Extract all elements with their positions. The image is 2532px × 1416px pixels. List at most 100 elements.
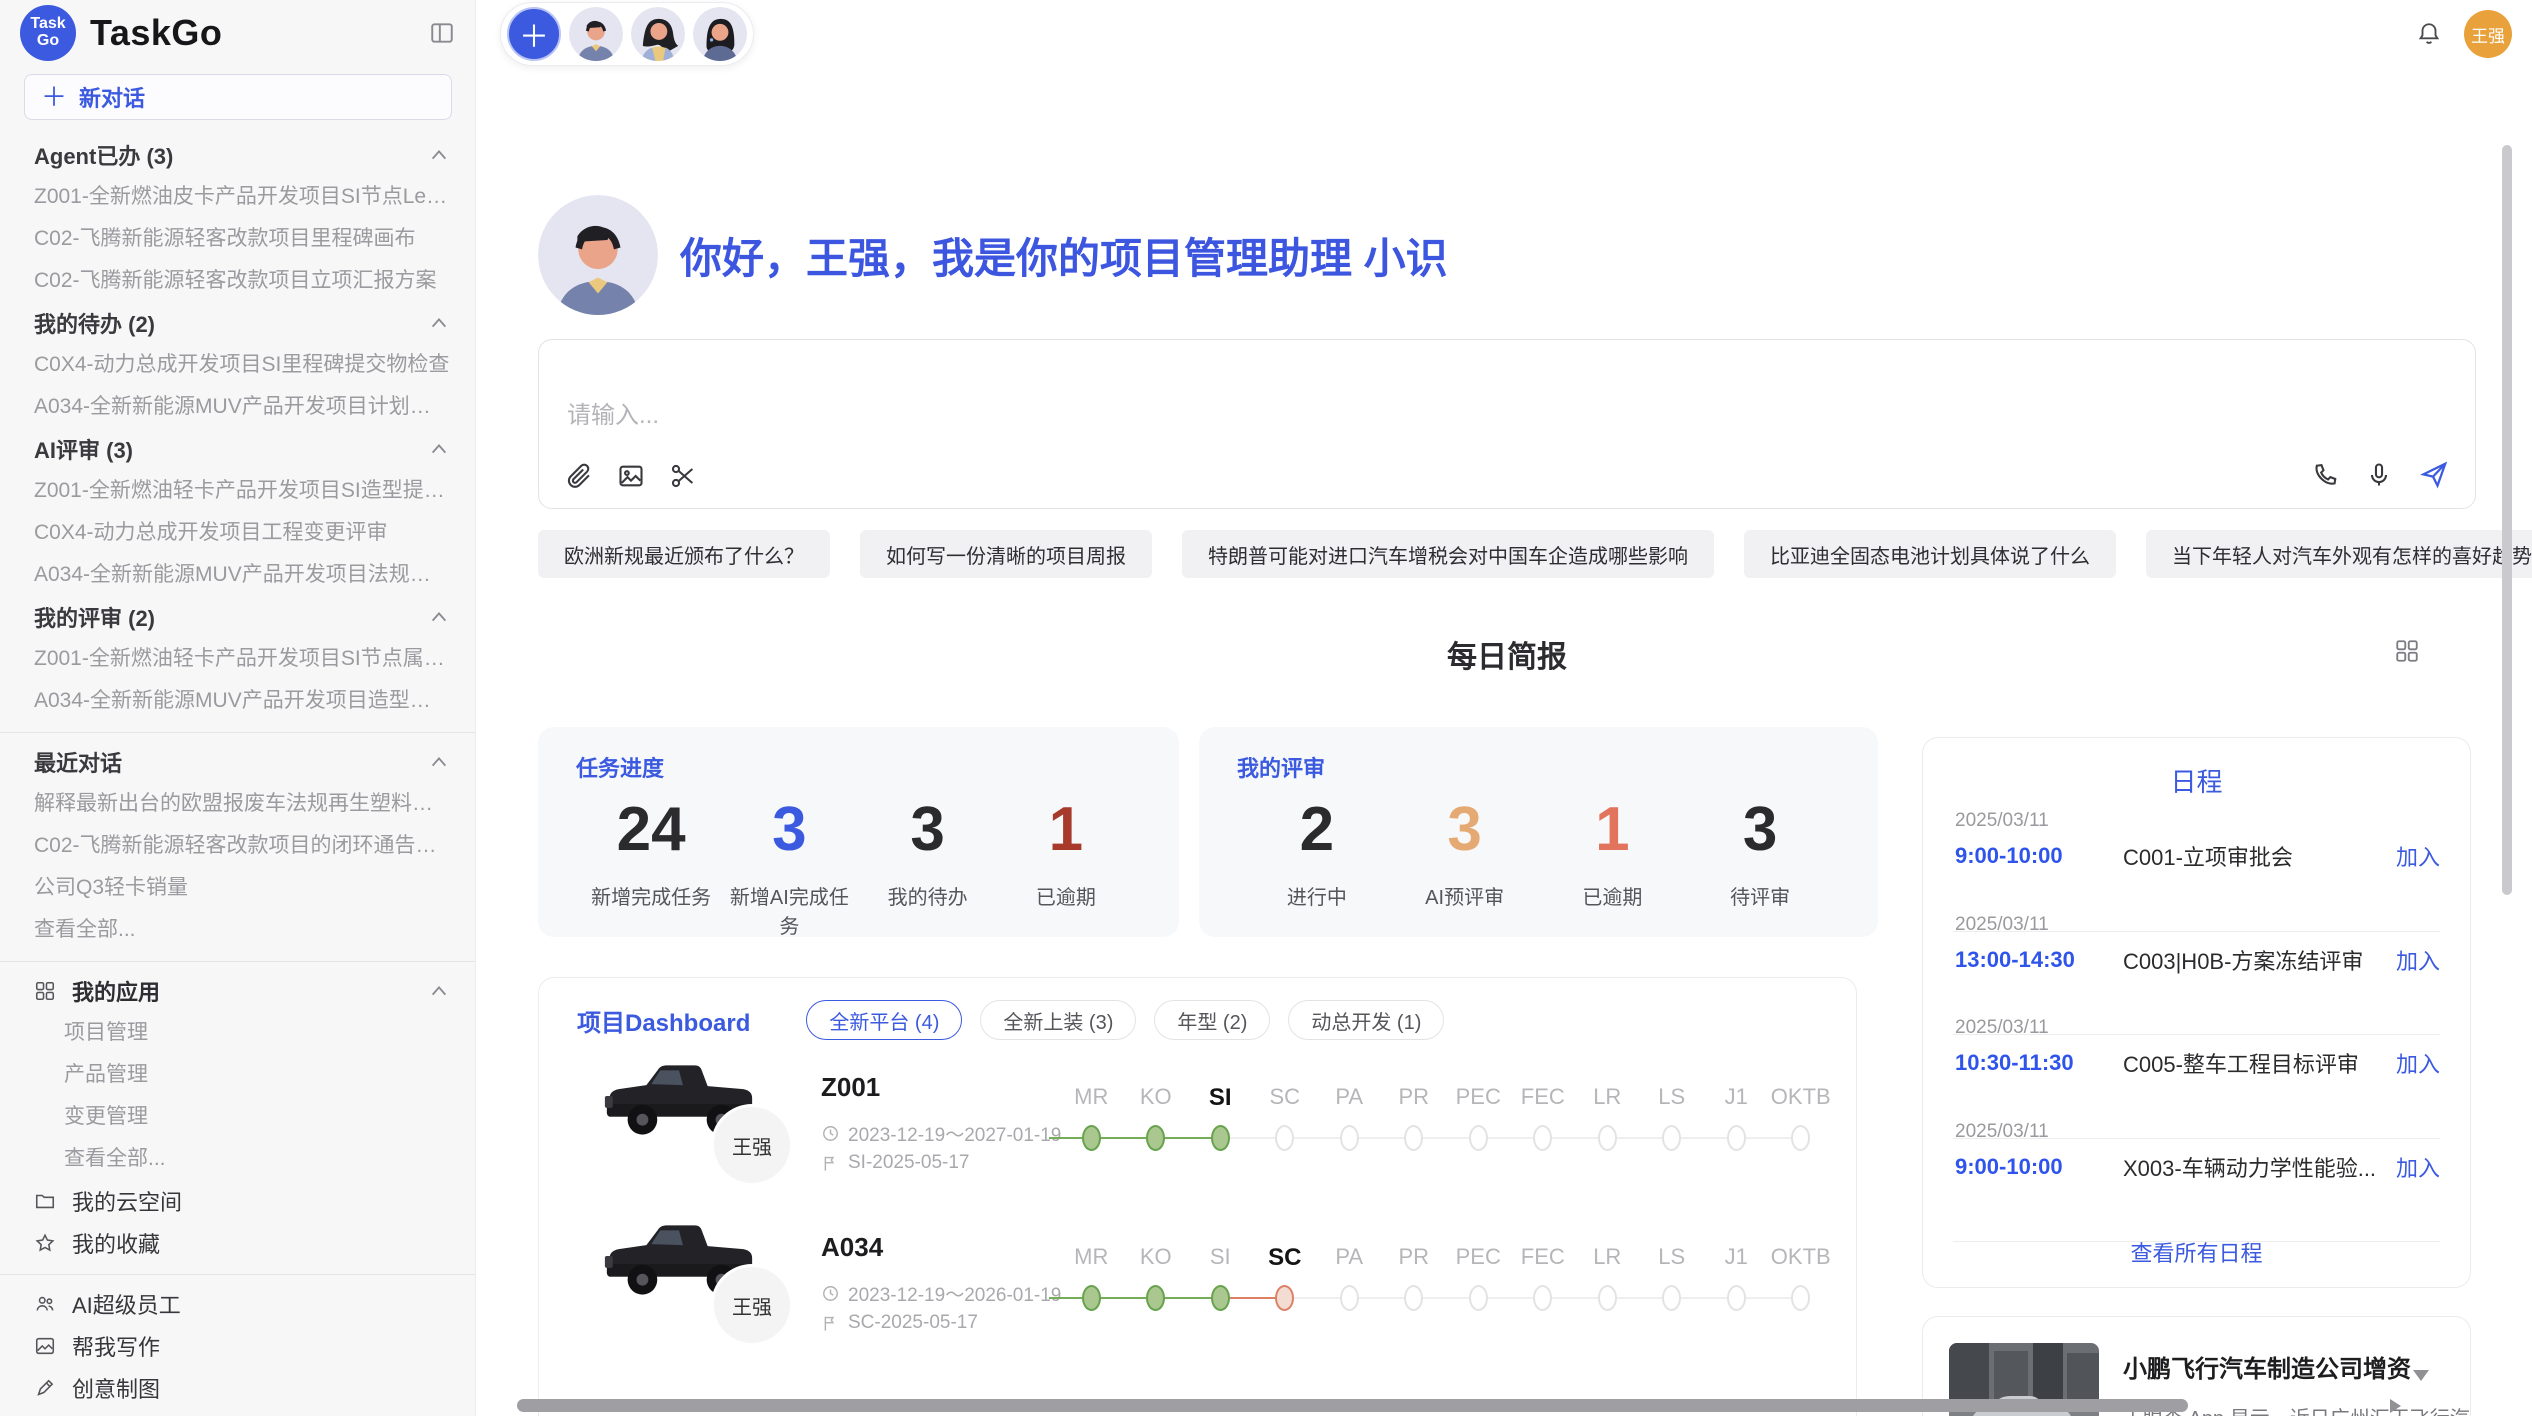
layout-grid-icon[interactable] — [2394, 638, 2420, 664]
milestone-node[interactable] — [1146, 1125, 1165, 1151]
milestone-node[interactable] — [1662, 1285, 1681, 1311]
schedule-join-link[interactable]: 加入 — [2396, 840, 2440, 872]
dashboard-tab[interactable]: 全新平台 (4) — [806, 1000, 962, 1040]
send-icon[interactable] — [2419, 460, 2449, 490]
sidebar-recent-item[interactable]: 查看全部... — [0, 909, 475, 951]
sidebar-section-header[interactable]: 我的评审 (2) — [0, 596, 475, 638]
milestone-node[interactable] — [1275, 1285, 1294, 1311]
sidebar-tool-item[interactable]: 帮我写作 — [0, 1325, 475, 1367]
chat-input[interactable] — [567, 402, 1767, 430]
notification-bell-icon[interactable] — [2416, 21, 2442, 47]
attachment-icon[interactable] — [565, 462, 593, 490]
sidebar-section-header[interactable]: Agent已办 (3) — [0, 134, 475, 176]
sidebar-task-item[interactable]: C02-飞腾新能源轻客改款项目里程碑画布 — [0, 218, 475, 260]
chevron-up-icon[interactable] — [429, 752, 449, 772]
milestone-node[interactable] — [1082, 1125, 1101, 1151]
milestone-node[interactable] — [1146, 1285, 1165, 1311]
milestone-node[interactable] — [1211, 1125, 1230, 1151]
schedule-join-link[interactable]: 加入 — [2396, 944, 2440, 976]
suggestion-chip[interactable]: 欧洲新规最近颁布了什么？ — [538, 530, 830, 578]
milestone-node[interactable] — [1469, 1125, 1488, 1151]
milestone-node[interactable] — [1211, 1285, 1230, 1311]
sidebar-item-folder[interactable]: 我的云空间 — [0, 1180, 475, 1222]
horizontal-scrollbar[interactable] — [517, 1399, 2188, 1412]
schedule-row: 9:00-10:00C001-立项审批会加入 — [1955, 840, 2440, 872]
chevron-up-icon[interactable] — [429, 439, 449, 459]
sidebar-app-item[interactable]: 变更管理 — [0, 1096, 475, 1138]
sidebar-recent-item[interactable]: 公司Q3轻卡销量 — [0, 867, 475, 909]
stat-card: 任务进度24新增完成任务3新增AI完成任务3我的待办1已逾期 — [538, 727, 1179, 937]
milestone-node[interactable] — [1727, 1125, 1746, 1151]
milestone-node[interactable] — [1469, 1285, 1488, 1311]
scroll-down-arrow[interactable] — [2413, 1370, 2429, 1381]
chevron-up-icon[interactable] — [429, 145, 449, 165]
sidebar-item-star[interactable]: 我的收藏 — [0, 1222, 475, 1264]
milestone-node[interactable] — [1275, 1125, 1294, 1151]
scroll-right-arrow[interactable] — [2390, 1399, 2401, 1413]
suggestion-chips: 欧洲新规最近颁布了什么？ 如何写一份清晰的项目周报特朗普可能对进口汽车增税会对中国… — [538, 530, 2478, 578]
vertical-scrollbar[interactable] — [2502, 145, 2512, 895]
schedule-join-link[interactable]: 加入 — [2396, 1047, 2440, 1079]
sidebar-task-item[interactable]: A034-全新新能源MUV产品开发项目计划变更表编写 — [0, 386, 475, 428]
chevron-up-icon[interactable] — [429, 607, 449, 627]
view-all-schedule-link[interactable]: 查看所有日程 — [1923, 1236, 2470, 1268]
milestone-node[interactable] — [1662, 1125, 1681, 1151]
sidebar-task-item[interactable]: A034-全新新能源MUV产品开发项目造型可行性评审 — [0, 680, 475, 722]
suggestion-chip[interactable]: 比亚迪全固态电池计划具体说了什么 — [1744, 530, 2116, 578]
agent-avatar-3[interactable] — [693, 7, 747, 61]
add-agent-button[interactable]: ＋ — [507, 7, 561, 61]
sidebar-task-item[interactable]: C0X4-动力总成开发项目工程变更评审 — [0, 512, 475, 554]
suggestion-chip[interactable]: 如何写一份清晰的项目周报 — [860, 530, 1152, 578]
sidebar-recent-item[interactable]: 解释最新出台的欧盟报废车法规再生塑料比例被调至15%... — [0, 783, 475, 825]
milestone-node[interactable] — [1791, 1285, 1810, 1311]
sidebar-item-my-apps[interactable]: 我的应用 — [0, 970, 475, 1012]
sidebar-task-item[interactable]: Z001-全新燃油轻卡产品开发项目SI节点属性5D文件评审 — [0, 638, 475, 680]
milestone-node[interactable] — [1404, 1285, 1423, 1311]
milestone-node[interactable] — [1791, 1125, 1810, 1151]
sidebar-task-item[interactable]: Z001-全新燃油皮卡产品开发项目SI节点Lesson Learn报告 — [0, 176, 475, 218]
sidebar-section-header[interactable]: AI评审 (3) — [0, 428, 475, 470]
agent-avatar-1[interactable] — [569, 7, 623, 61]
sidebar-section-header[interactable]: 我的待办 (2) — [0, 302, 475, 344]
sidebar-recent-item[interactable]: C02-飞腾新能源轻客改款项目的闭环通告反馈情况 — [0, 825, 475, 867]
milestone-node[interactable] — [1340, 1285, 1359, 1311]
microphone-icon[interactable] — [2365, 461, 2393, 489]
milestone-node[interactable] — [1727, 1285, 1746, 1311]
sidebar-tool-item[interactable]: 创意制图 — [0, 1367, 475, 1409]
dashboard-tab[interactable]: 年型 (2) — [1154, 1000, 1270, 1040]
phone-call-icon[interactable] — [2311, 461, 2339, 489]
image-upload-icon[interactable] — [617, 462, 645, 490]
sidebar-app-item[interactable]: 查看全部... — [0, 1138, 475, 1180]
stat-label: 已逾期 — [997, 881, 1135, 910]
milestone-node[interactable] — [1533, 1285, 1552, 1311]
sidebar-recent-header[interactable]: 最近对话 — [0, 741, 475, 783]
dashboard-tab[interactable]: 全新上装 (3) — [980, 1000, 1136, 1040]
project-flag-milestone: SI-2025-05-17 — [821, 1152, 969, 1174]
milestone-node[interactable] — [1533, 1125, 1552, 1151]
sidebar-app-item[interactable]: 产品管理 — [0, 1054, 475, 1096]
sidebar-task-item[interactable]: A034-全新新能源MUV产品开发项目法规符合性评审 — [0, 554, 475, 596]
suggestion-chip[interactable]: 特朗普可能对进口汽车增税会对中国车企造成哪些影响 — [1182, 530, 1714, 578]
schedule-join-link[interactable]: 加入 — [2396, 1151, 2440, 1183]
chevron-up-icon[interactable] — [429, 313, 449, 333]
sidebar-task-item[interactable]: C0X4-动力总成开发项目SI里程碑提交物检查 — [0, 344, 475, 386]
new-chat-button[interactable]: ＋ 新对话 — [24, 74, 452, 120]
milestone-node[interactable] — [1082, 1285, 1101, 1311]
sidebar-app-item[interactable]: 项目管理 — [0, 1012, 475, 1054]
milestone-node[interactable] — [1598, 1125, 1617, 1151]
collapse-sidebar-icon[interactable] — [429, 20, 455, 46]
dashboard-tab[interactable]: 动总开发 (1) — [1288, 1000, 1444, 1040]
milestone-node[interactable] — [1340, 1125, 1359, 1151]
sidebar-task-item[interactable]: Z001-全新燃油轻卡产品开发项目SI造型提交物评审 — [0, 470, 475, 512]
sidebar-tool-item[interactable]: AI超级员工 — [0, 1283, 475, 1325]
milestone: FEC — [1511, 1084, 1576, 1158]
milestone-node[interactable] — [1598, 1285, 1617, 1311]
chevron-up-icon[interactable] — [429, 981, 449, 1001]
scissors-icon[interactable] — [669, 462, 697, 490]
milestone-node[interactable] — [1404, 1125, 1423, 1151]
suggestion-chip[interactable]: 当下年轻人对汽车外观有怎样的喜好趋势 — [2146, 530, 2532, 578]
user-avatar[interactable]: 王强 — [2464, 10, 2512, 58]
daily-brief-header: 每日简报 — [538, 632, 2476, 676]
sidebar-task-item[interactable]: C02-飞腾新能源轻客改款项目立项汇报方案 — [0, 260, 475, 302]
agent-avatar-2[interactable] — [631, 7, 685, 61]
